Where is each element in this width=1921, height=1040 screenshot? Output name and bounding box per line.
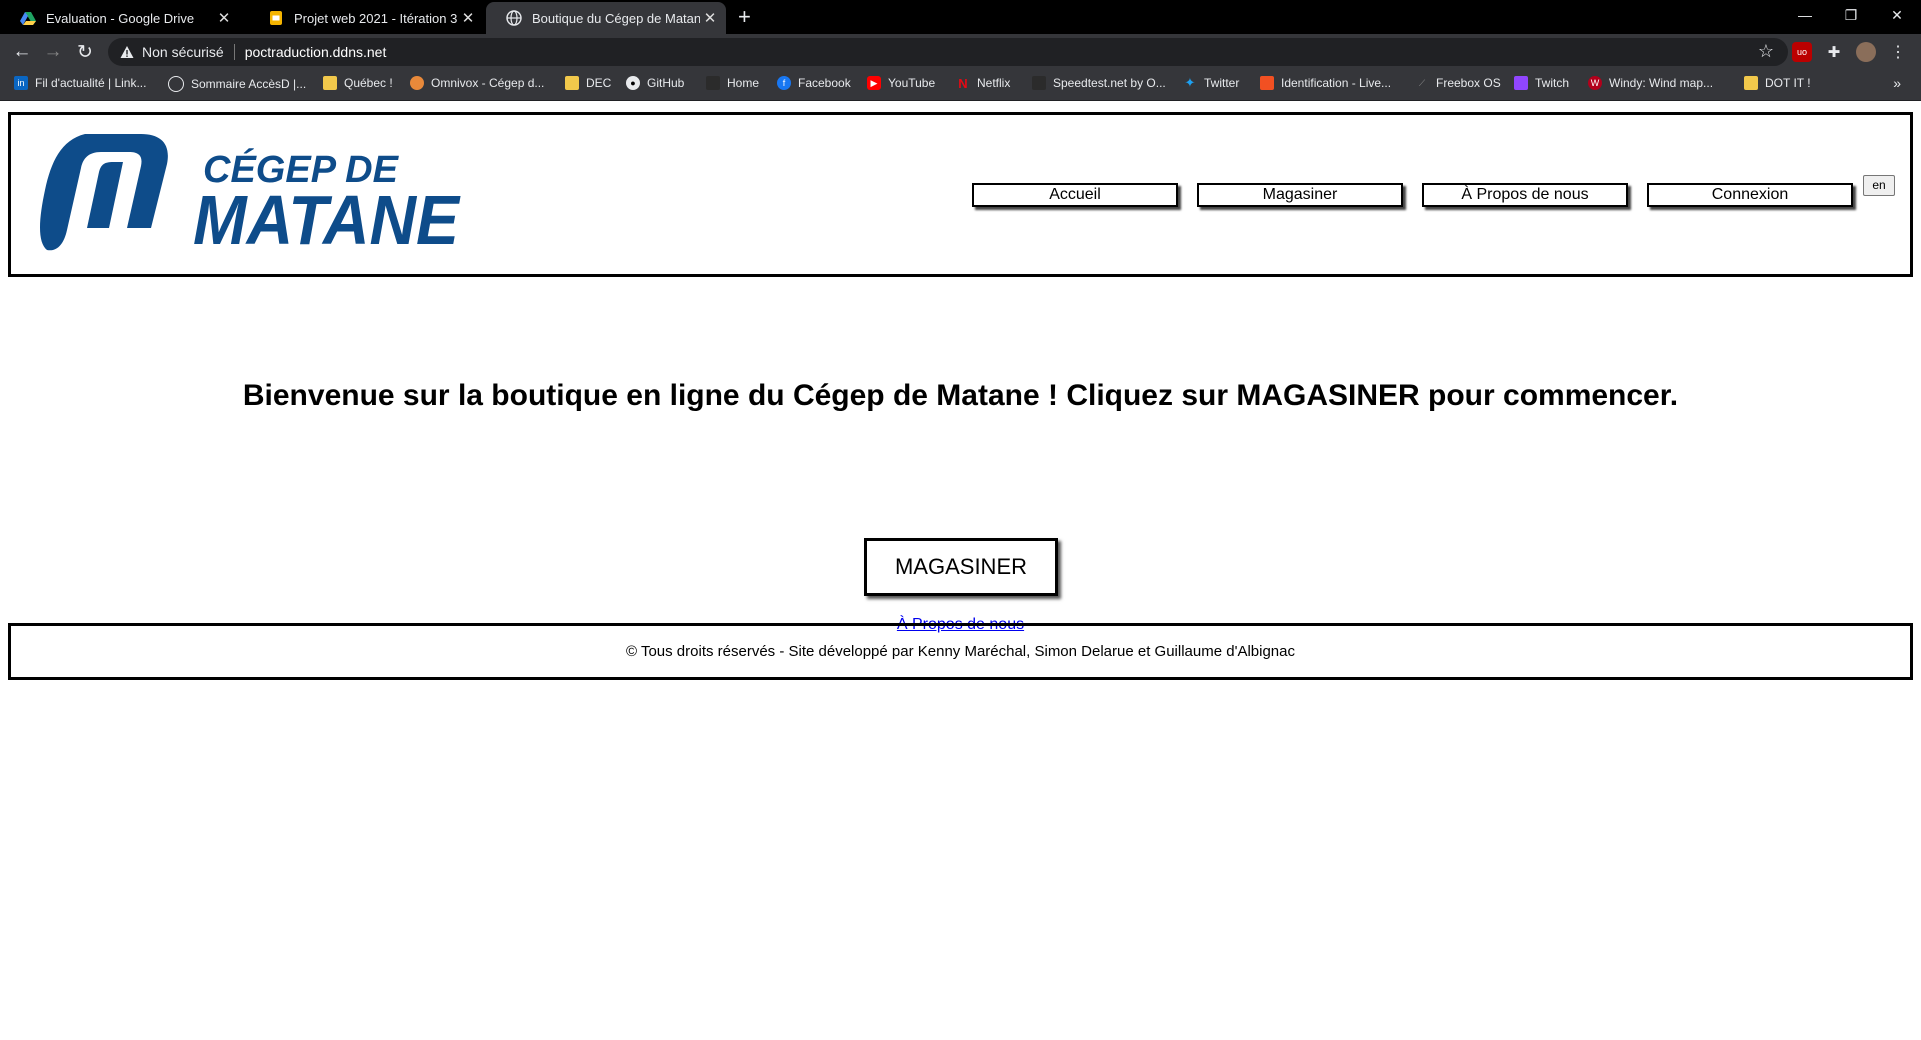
forward-icon[interactable]: → — [41, 40, 65, 64]
security-status[interactable]: Non sécurisé — [142, 44, 224, 60]
tab-title: Boutique du Cégep de Matane — [532, 10, 700, 26]
bookmark-quebec[interactable]: Québec ! — [323, 76, 393, 90]
home-icon — [706, 76, 720, 90]
tab-title: Projet web 2021 - Itération 3 - Google S… — [294, 10, 458, 26]
bookmark-omnivox[interactable]: Omnivox - Cégep d... — [410, 76, 544, 90]
bookmark-linkedin[interactable]: in Fil d'actualité | Link... — [14, 76, 146, 90]
folder-icon — [565, 76, 579, 90]
bookmark-label: Sommaire AccèsD |... — [191, 77, 307, 91]
bookmark-label: Netflix — [977, 76, 1011, 90]
tab-evaluation[interactable]: Evaluation - Google Drive ✕ — [0, 2, 240, 34]
back-icon[interactable]: ← — [10, 40, 34, 64]
bookmarks-overflow-icon[interactable]: » — [1893, 75, 1901, 91]
folder-icon — [1744, 76, 1758, 90]
facebook-icon: f — [777, 76, 791, 90]
bookmark-dec[interactable]: DEC — [565, 76, 611, 90]
magasiner-button[interactable]: MAGASINER — [864, 538, 1058, 596]
bookmarks-bar: in Fil d'actualité | Link... Sommaire Acc… — [0, 70, 1921, 101]
bookmark-label: Twitter — [1204, 76, 1240, 90]
bookmark-live[interactable]: Identification - Live... — [1260, 76, 1391, 90]
cegep-matane-logo[interactable]: CÉGEP DE MATANE — [33, 132, 463, 256]
tab-boutique[interactable]: Boutique du Cégep de Matane ✕ — [486, 2, 726, 34]
freebox-icon: ⟋ — [1418, 77, 1426, 88]
close-window-icon[interactable]: ✕ — [1874, 0, 1920, 30]
close-tab-icon[interactable]: ✕ — [214, 9, 234, 27]
bookmark-label: Speedtest.net by O... — [1053, 76, 1166, 90]
logo-line2: MATANE — [193, 181, 461, 256]
nav-a-propos[interactable]: À Propos de nous — [1422, 183, 1628, 207]
nav-magasiner[interactable]: Magasiner — [1197, 183, 1403, 207]
bookmark-label: YouTube — [888, 76, 936, 90]
twitter-icon: ✦ — [1184, 75, 1196, 90]
bookmark-label: Twitch — [1535, 76, 1570, 90]
bookmark-label: Identification - Live... — [1281, 76, 1392, 90]
linkedin-icon: in — [14, 76, 28, 90]
tab-projet-web[interactable]: Projet web 2021 - Itération 3 - Google S… — [248, 2, 484, 34]
bookmark-label: DEC — [586, 76, 612, 90]
bookmark-label: Freebox OS — [1436, 76, 1501, 90]
bookmark-label: Windy: Wind map... — [1609, 76, 1714, 90]
bookmark-label: Fil d'actualité | Link... — [35, 76, 147, 90]
bookmark-label: Home — [727, 76, 760, 90]
windy-icon: W — [1588, 76, 1602, 90]
bookmark-label: Omnivox - Cégep d... — [431, 76, 545, 90]
nav-accueil[interactable]: Accueil — [972, 183, 1178, 207]
bookmark-youtube[interactable]: ▶ YouTube — [867, 76, 935, 90]
site-header: CÉGEP DE MATANE Accueil Magasiner À Prop… — [8, 112, 1913, 277]
tab-title: Evaluation - Google Drive — [46, 10, 195, 26]
page-content: CÉGEP DE MATANE Accueil Magasiner À Prop… — [0, 101, 1921, 1040]
bookmark-label: Facebook — [798, 76, 851, 90]
minimize-icon[interactable]: — — [1782, 0, 1828, 30]
reload-icon[interactable]: ↻ — [73, 40, 97, 64]
bookmark-dotit[interactable]: DOT IT ! — [1744, 76, 1811, 90]
bookmark-netflix[interactable]: N Netflix — [956, 75, 1011, 91]
omnivox-icon — [410, 76, 424, 90]
globe-icon — [168, 76, 184, 92]
bookmark-windy[interactable]: W Windy: Wind map... — [1588, 76, 1713, 90]
new-tab-icon[interactable]: + — [738, 4, 751, 30]
folder-icon — [323, 76, 337, 90]
google-drive-icon — [20, 12, 36, 25]
bookmark-facebook[interactable]: f Facebook — [777, 76, 851, 90]
language-toggle-button[interactable]: en — [1863, 175, 1895, 196]
profile-avatar[interactable] — [1856, 42, 1876, 62]
globe-icon — [506, 10, 522, 26]
google-slides-icon — [270, 11, 282, 25]
browser-toolbar: ← → ↻ Non sécurisé poctraduction.ddns.ne… — [0, 34, 1921, 70]
bookmark-label: DOT IT ! — [1765, 76, 1811, 90]
youtube-icon: ▶ — [867, 76, 881, 90]
close-tab-icon[interactable]: ✕ — [458, 9, 478, 27]
bookmark-home[interactable]: Home — [706, 76, 759, 90]
bookmark-label: GitHub — [647, 76, 685, 90]
bookmark-freebox[interactable]: ⟋ Freebox OS — [1415, 76, 1501, 90]
close-tab-icon[interactable]: ✕ — [700, 9, 720, 27]
browser-tab-strip: Evaluation - Google Drive ✕ Projet web 2… — [0, 0, 1921, 34]
site-footer: © Tous droits réservés - Site développé … — [8, 623, 1913, 680]
nav-connexion[interactable]: Connexion — [1647, 183, 1853, 207]
ublock-extension-icon[interactable]: uo — [1792, 42, 1812, 62]
bookmark-label: Québec ! — [344, 76, 393, 90]
welcome-heading: Bienvenue sur la boutique en ligne du Cé… — [242, 379, 1679, 412]
warning-icon — [120, 46, 134, 58]
browser-menu-icon[interactable]: ⋮ — [1888, 42, 1908, 62]
github-icon: ● — [626, 76, 640, 90]
bookmark-accesd[interactable]: Sommaire AccèsD |... — [168, 76, 306, 92]
microsoft-icon — [1260, 76, 1274, 90]
bookmark-speedtest[interactable]: Speedtest.net by O... — [1032, 76, 1166, 90]
url-text[interactable]: poctraduction.ddns.net — [245, 44, 387, 60]
bookmark-twitch[interactable]: Twitch — [1514, 76, 1569, 90]
bookmark-star-icon[interactable]: ☆ — [1758, 41, 1774, 62]
speedtest-icon — [1032, 76, 1046, 90]
bookmark-twitter[interactable]: ✦ Twitter — [1183, 75, 1240, 90]
address-bar[interactable]: Non sécurisé poctraduction.ddns.net ☆ — [108, 38, 1788, 66]
extensions-puzzle-icon[interactable]: ✚ — [1824, 42, 1844, 62]
twitch-icon — [1514, 76, 1528, 90]
restore-icon[interactable]: ❐ — [1828, 0, 1874, 30]
netflix-icon: N — [958, 75, 968, 91]
bookmark-github[interactable]: ● GitHub — [626, 76, 684, 90]
omnibox-divider — [233, 44, 235, 60]
